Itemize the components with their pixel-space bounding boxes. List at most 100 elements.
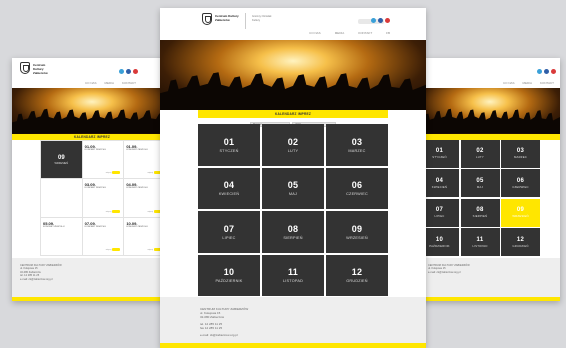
- nav-item[interactable]: MEDIA: [523, 81, 533, 85]
- twitter-icon[interactable]: [119, 69, 124, 74]
- footer-accent-bar: [420, 297, 560, 301]
- event-more: więcej: [105, 210, 112, 213]
- month-number: 04: [223, 180, 235, 191]
- month-tile[interactable]: 09 WRZESIEŃ: [326, 211, 388, 253]
- twitter-icon[interactable]: [371, 18, 376, 23]
- month-number: 02: [476, 148, 484, 155]
- nav-item[interactable]: CO NAS: [503, 81, 515, 85]
- nav-item[interactable]: KONTAKT: [540, 81, 554, 85]
- youtube-icon[interactable]: [133, 69, 138, 74]
- month-tile[interactable]: 12 GRUDZIEŃ: [326, 254, 388, 296]
- nav-item[interactable]: KONTAKT: [122, 81, 136, 85]
- calendar-event[interactable]: 10.09. KONCERT ZESPOŁU więcej: [124, 217, 165, 255]
- footer-email[interactable]: e-mail: ck@zabierzow.org.pl: [200, 333, 386, 337]
- month-name: CZERWIEC: [346, 192, 368, 197]
- event-more-button[interactable]: [112, 171, 121, 175]
- month-number: 08: [476, 207, 484, 214]
- nav-item[interactable]: FB: [386, 31, 390, 35]
- event-more-button[interactable]: [112, 247, 121, 251]
- event-more: więcej: [147, 210, 153, 213]
- month-number: 05: [476, 177, 484, 184]
- main-nav: CO NAS MEDIA KONTAKT: [85, 81, 136, 85]
- event-title: KONCERT ZESPOŁU: [126, 149, 148, 151]
- month-tile[interactable]: 08 SIERPIEŃ: [460, 198, 500, 227]
- header: CO NAS MEDIA KONTAKT: [420, 58, 560, 88]
- month-name: LIPIEC: [434, 214, 445, 219]
- month-name: MARZEC: [513, 155, 527, 160]
- month-name: STYCZEŃ: [219, 148, 239, 153]
- nav-item[interactable]: CO NAS: [309, 31, 321, 35]
- month-tile[interactable]: 05 MAJ: [262, 167, 324, 209]
- event-more: więcej: [105, 172, 112, 175]
- footer: CENTRUM KULTURY ZABIERZÓW ul. Kolejowa 1…: [160, 297, 426, 348]
- month-tile[interactable]: 11 LISTOPAD: [460, 228, 500, 256]
- facebook-icon[interactable]: [544, 69, 549, 74]
- month-number: 05: [287, 180, 299, 191]
- facebook-icon[interactable]: [126, 69, 131, 74]
- calendar-event[interactable]: 07.09. KONCERT ZESPOŁU więcej: [82, 217, 124, 255]
- month-number: 12: [351, 267, 363, 278]
- month-name: LUTY: [287, 148, 299, 153]
- month-number: 01: [223, 136, 235, 147]
- month-number: 08: [287, 223, 299, 234]
- social-links: [119, 69, 138, 74]
- month-name: SIERPIEŃ: [283, 235, 303, 240]
- logo[interactable]: Centrum Kultury Zabierzów Gminny Ośrodek…: [202, 13, 276, 29]
- footer-email[interactable]: e-mail: ck@zabierzow.org.pl: [428, 271, 552, 274]
- footer-line: 32-080 Zabierzów: [200, 315, 225, 319]
- logo-icon: [20, 62, 30, 74]
- month-tile[interactable]: 03 MARZEC: [501, 140, 540, 168]
- calendar-empty-day: [41, 179, 82, 217]
- month-tile-selected[interactable]: 09 WRZESIEŃ: [501, 198, 540, 227]
- nav-item[interactable]: CO NAS: [85, 81, 97, 85]
- month-tile[interactable]: 06 CZERWIEC: [501, 169, 540, 198]
- month-number: 09: [351, 223, 363, 234]
- nav-item[interactable]: MEDIA: [335, 31, 345, 35]
- month-tile[interactable]: 10 PAŹDZIERNIK: [198, 254, 260, 296]
- nav-item[interactable]: MEDIA: [105, 81, 115, 85]
- month-name: LUTY: [476, 155, 484, 160]
- calendar-event[interactable]: 01.09. KONCERT ZESPOŁU więcej: [82, 141, 124, 179]
- calendar-event[interactable]: 01.09. KONCERT ZESPOŁU więcej: [124, 141, 165, 179]
- main-page: Centrum Kultury Zabierzów Gminny Ośrodek…: [160, 8, 426, 348]
- event-more-button[interactable]: [112, 209, 121, 213]
- youtube-icon[interactable]: [385, 18, 390, 23]
- logo[interactable]: Centrum Kultury Zabierzów: [20, 62, 55, 75]
- month-name: KWIECIEŃ: [431, 184, 448, 189]
- month-tile[interactable]: 12 GRUDZIEŃ: [501, 228, 540, 256]
- event-more: więcej: [147, 172, 153, 175]
- month-tile[interactable]: 02 LUTY: [460, 140, 500, 168]
- month-number: 12: [516, 236, 525, 243]
- month-tile[interactable]: 02 LUTY: [262, 124, 324, 166]
- month-tile[interactable]: 08 SIERPIEŃ: [262, 211, 324, 253]
- twitter-icon[interactable]: [537, 69, 542, 74]
- logo-title: Centrum Kultury Zabierzów: [215, 14, 239, 22]
- footer-accent-bar: [160, 343, 426, 348]
- youtube-icon[interactable]: [551, 69, 556, 74]
- month-tile[interactable]: 03 MARZEC: [326, 124, 388, 166]
- logo-subtitle: Gminny Ośrodek Kultury: [252, 15, 272, 22]
- month-name: CZERWIEC: [512, 184, 529, 189]
- month-number: 11: [476, 236, 484, 243]
- month-tile[interactable]: 07 LIPIEC: [198, 211, 260, 253]
- calendar-event[interactable]: 04.09. KONCERT ZESPOŁU więcej: [124, 179, 165, 217]
- event-title: KONCERT ZESPOŁU: [84, 149, 107, 151]
- month-tile[interactable]: 11 LISTOPAD: [262, 254, 324, 296]
- crowd-silhouette: [12, 109, 172, 134]
- social-links: [371, 18, 390, 23]
- month-number: 01: [435, 148, 444, 155]
- event-more: więcej: [105, 248, 112, 251]
- footer-email[interactable]: e-mail: ck@zabierzow.org.pl: [20, 278, 164, 281]
- month-tile[interactable]: 04 KWIECIEŃ: [198, 167, 260, 209]
- calendar-event[interactable]: 03.09. KONCERT ZESPOŁU więcej: [82, 179, 124, 217]
- nav-item[interactable]: KONTAKT: [358, 31, 372, 35]
- month-number: 07: [435, 207, 444, 214]
- hero-image: [12, 88, 172, 134]
- facebook-icon[interactable]: [378, 18, 383, 23]
- month-tile[interactable]: 01 STYCZEŃ: [198, 124, 260, 166]
- month-number: 02: [287, 136, 299, 147]
- logo-icon: [202, 13, 212, 25]
- month-tile[interactable]: 05 MAJ: [460, 169, 500, 198]
- month-tile[interactable]: 06 CZERWIEC: [326, 167, 388, 209]
- calendar-event[interactable]: 05.09. KONCERT ZESPOŁU: [41, 217, 82, 255]
